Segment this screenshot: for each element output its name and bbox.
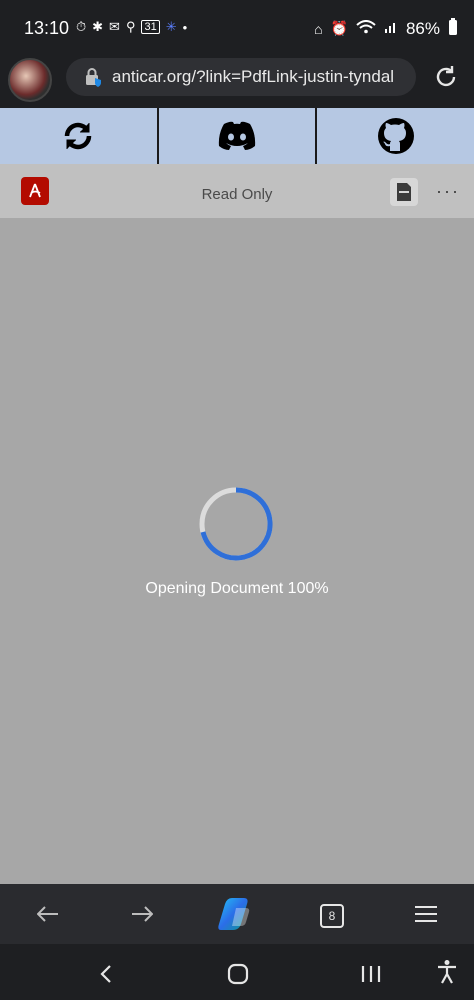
calendar-icon: 31 bbox=[141, 20, 160, 34]
site-info-lock-icon[interactable] bbox=[82, 66, 104, 88]
notification-dot: • bbox=[182, 19, 188, 35]
sync-icon bbox=[65, 122, 92, 150]
page-view-icon[interactable] bbox=[390, 178, 418, 206]
sync-button[interactable] bbox=[0, 108, 159, 164]
arrow-right-icon bbox=[132, 906, 153, 922]
status-time: 13:10 bbox=[24, 18, 70, 38]
site-link-bar bbox=[0, 108, 474, 164]
accessibility-button[interactable] bbox=[436, 958, 458, 986]
status-notification-icons: ⏱ ✱ ✉ ⚲ 31 ✳ • bbox=[76, 19, 187, 35]
copilot-icon bbox=[218, 898, 250, 930]
accessibility-icon bbox=[438, 960, 456, 984]
wifi-icon bbox=[356, 20, 376, 37]
system-back-button[interactable] bbox=[98, 960, 114, 988]
system-recents-button[interactable] bbox=[360, 960, 382, 988]
discord-icon bbox=[218, 121, 256, 150]
discord-button[interactable] bbox=[159, 108, 318, 164]
mail-icon: ✉ bbox=[109, 19, 120, 34]
forward-button[interactable] bbox=[130, 900, 154, 928]
status-bar: 13:10 ⏱ ✱ ✉ ⚲ 31 ✳ • ⌂ ⏰ 86% bbox=[0, 0, 474, 56]
chevron-left-icon bbox=[100, 965, 111, 983]
url-field[interactable]: anticar.org/?link=PdfLink-justin-tyndal bbox=[66, 58, 416, 96]
slack-icon: ✱ bbox=[92, 19, 104, 34]
teams-icon: ✳ bbox=[165, 19, 177, 34]
back-button[interactable] bbox=[36, 900, 60, 928]
hamburger-menu-icon bbox=[415, 906, 437, 922]
recents-icon bbox=[361, 966, 381, 982]
alarm-icon: ⏰ bbox=[330, 20, 348, 36]
home-circle-icon bbox=[227, 963, 249, 985]
loading-spinner-icon bbox=[198, 486, 274, 562]
more-options-icon[interactable]: ··· bbox=[436, 181, 460, 202]
github-icon bbox=[377, 118, 414, 154]
copilot-button[interactable] bbox=[218, 896, 256, 932]
signal-icon bbox=[384, 20, 398, 37]
url-text[interactable]: anticar.org/?link=PdfLink-justin-tyndal bbox=[112, 67, 412, 87]
status-system-icons: ⌂ ⏰ 86% bbox=[314, 18, 458, 39]
system-home-button[interactable] bbox=[227, 960, 249, 988]
nfc-icon: ⌂ bbox=[314, 20, 323, 37]
github-button[interactable] bbox=[317, 108, 474, 164]
location-icon: ⚲ bbox=[125, 19, 136, 34]
loading-status-text: Opening Document 100% bbox=[145, 580, 329, 597]
battery-percent: 86% bbox=[405, 18, 440, 38]
timer-icon: ⏱ bbox=[76, 19, 87, 34]
battery-icon bbox=[448, 18, 458, 39]
tab-count-button[interactable]: 8 bbox=[320, 904, 344, 928]
profile-avatar[interactable] bbox=[8, 58, 52, 102]
menu-button[interactable] bbox=[414, 900, 438, 928]
arrow-left-icon bbox=[37, 906, 58, 922]
reload-icon[interactable] bbox=[432, 63, 460, 91]
